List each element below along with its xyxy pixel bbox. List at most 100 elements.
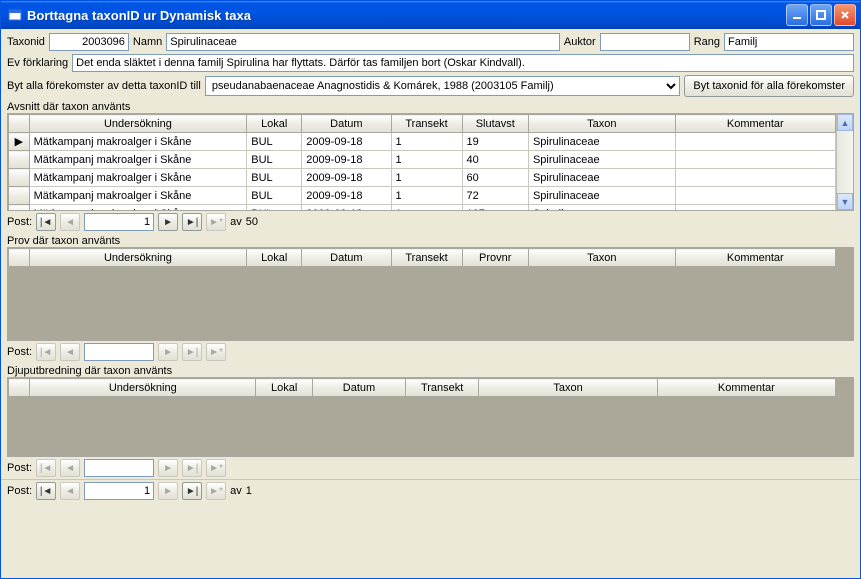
cell-undersokning[interactable]: Mätkampanj makroalger i Skåne [29, 205, 247, 211]
row-selector-header[interactable] [9, 249, 30, 267]
col-transekt[interactable]: Transekt [391, 249, 462, 267]
cell-undersokning[interactable]: Mätkampanj makroalger i Skåne [29, 151, 247, 169]
scroll-down-icon[interactable]: ▼ [837, 193, 853, 210]
section1-table[interactable]: Undersökning Lokal Datum Transekt Slutav… [8, 114, 836, 210]
col-undersokning[interactable]: Undersökning [30, 379, 256, 397]
row-selector[interactable] [9, 187, 30, 205]
nav-first-button[interactable]: |◄ [36, 459, 56, 477]
row-selector[interactable] [9, 151, 30, 169]
cell-datum[interactable]: 2009-09-18 [302, 133, 391, 151]
record-number-input[interactable] [84, 213, 154, 231]
nav-new-button[interactable]: ►* [206, 482, 226, 500]
nav-new-button[interactable]: ►* [206, 459, 226, 477]
table-row[interactable]: Mätkampanj makroalger i SkåneBUL2009-09-… [9, 205, 836, 211]
row-selector-header[interactable] [9, 379, 30, 397]
nav-next-button[interactable]: ► [158, 459, 178, 477]
record-number-input[interactable] [84, 459, 154, 477]
col-transekt[interactable]: Transekt [391, 115, 462, 133]
namn-field[interactable] [166, 33, 560, 51]
nav-last-button[interactable]: ►| [182, 459, 202, 477]
cell-taxon[interactable]: Spirulinaceae [528, 151, 675, 169]
row-selector[interactable] [9, 169, 30, 187]
col-kommentar[interactable]: Kommentar [657, 379, 835, 397]
section1-scrollbar[interactable]: ▲ ▼ [836, 114, 853, 210]
maximize-button[interactable] [810, 4, 832, 26]
record-number-input[interactable] [84, 482, 154, 500]
table-row[interactable]: Mätkampanj makroalger i SkåneBUL2009-09-… [9, 169, 836, 187]
cell-slutavst[interactable]: 40 [462, 151, 528, 169]
nav-next-button[interactable]: ► [158, 482, 178, 500]
nav-last-button[interactable]: ►| [182, 482, 202, 500]
byt-dropdown[interactable]: pseudanabaenaceae Anagnostidis & Komárek… [205, 76, 681, 96]
cell-transekt[interactable]: 1 [391, 187, 462, 205]
col-undersokning[interactable]: Undersökning [29, 115, 247, 133]
nav-new-button[interactable]: ►* [206, 343, 226, 361]
nav-last-button[interactable]: ►| [182, 213, 202, 231]
col-slutavst[interactable]: Slutavst [462, 115, 528, 133]
cell-datum[interactable]: 2009-09-18 [302, 187, 391, 205]
nav-first-button[interactable]: |◄ [36, 343, 56, 361]
cell-transekt[interactable]: 1 [391, 133, 462, 151]
col-taxon[interactable]: Taxon [528, 115, 675, 133]
row-selector-header[interactable] [9, 115, 30, 133]
titlebar[interactable]: Borttagna taxonID ur Dynamisk taxa [1, 1, 860, 29]
nav-prev-button[interactable]: ◄ [60, 213, 80, 231]
ev-forklaring-field[interactable] [72, 54, 854, 72]
col-taxon[interactable]: Taxon [528, 249, 675, 267]
cell-kommentar[interactable] [675, 205, 835, 211]
row-selector[interactable]: ▶ [9, 133, 30, 151]
table-row[interactable]: Mätkampanj makroalger i SkåneBUL2009-09-… [9, 151, 836, 169]
cell-lokal[interactable]: BUL [247, 187, 302, 205]
nav-next-button[interactable]: ► [158, 213, 178, 231]
cell-transekt[interactable]: 1 [391, 205, 462, 211]
cell-transekt[interactable]: 1 [391, 151, 462, 169]
cell-lokal[interactable]: BUL [247, 133, 302, 151]
cell-transekt[interactable]: 1 [391, 169, 462, 187]
cell-kommentar[interactable] [675, 187, 835, 205]
cell-kommentar[interactable] [675, 133, 835, 151]
cell-lokal[interactable]: BUL [247, 151, 302, 169]
cell-datum[interactable]: 2009-09-18 [302, 169, 391, 187]
cell-slutavst[interactable]: 19 [462, 133, 528, 151]
taxonid-field[interactable] [49, 33, 129, 51]
nav-new-button[interactable]: ►* [206, 213, 226, 231]
scroll-up-icon[interactable]: ▲ [837, 114, 853, 131]
cell-taxon[interactable]: Spirulinaceae [528, 205, 675, 211]
cell-datum[interactable]: 2009-09-18 [302, 205, 391, 211]
nav-next-button[interactable]: ► [158, 343, 178, 361]
col-datum[interactable]: Datum [313, 379, 406, 397]
cell-taxon[interactable]: Spirulinaceae [528, 169, 675, 187]
cell-undersokning[interactable]: Mätkampanj makroalger i Skåne [29, 169, 247, 187]
table-row[interactable]: Mätkampanj makroalger i SkåneBUL2009-09-… [9, 187, 836, 205]
cell-lokal[interactable]: BUL [247, 205, 302, 211]
nav-prev-button[interactable]: ◄ [60, 343, 80, 361]
cell-undersokning[interactable]: Mätkampanj makroalger i Skåne [29, 187, 247, 205]
section3-table[interactable]: Undersökning Lokal Datum Transekt Taxon … [8, 378, 836, 397]
close-button[interactable] [834, 4, 856, 26]
rang-field[interactable] [724, 33, 854, 51]
nav-first-button[interactable]: |◄ [36, 213, 56, 231]
col-provnr[interactable]: Provnr [462, 249, 528, 267]
cell-undersokning[interactable]: Mätkampanj makroalger i Skåne [29, 133, 247, 151]
col-kommentar[interactable]: Kommentar [675, 249, 835, 267]
cell-lokal[interactable]: BUL [247, 169, 302, 187]
nav-first-button[interactable]: |◄ [36, 482, 56, 500]
col-datum[interactable]: Datum [302, 249, 391, 267]
cell-slutavst[interactable]: 107 [462, 205, 528, 211]
cell-kommentar[interactable] [675, 169, 835, 187]
col-transekt[interactable]: Transekt [405, 379, 479, 397]
minimize-button[interactable] [786, 4, 808, 26]
col-datum[interactable]: Datum [302, 115, 391, 133]
auktor-field[interactable] [600, 33, 690, 51]
section2-table[interactable]: Undersökning Lokal Datum Transekt Provnr… [8, 248, 836, 267]
cell-datum[interactable]: 2009-09-18 [302, 151, 391, 169]
col-undersokning[interactable]: Undersökning [29, 249, 247, 267]
cell-taxon[interactable]: Spirulinaceae [528, 187, 675, 205]
nav-prev-button[interactable]: ◄ [60, 459, 80, 477]
col-lokal[interactable]: Lokal [247, 249, 302, 267]
cell-kommentar[interactable] [675, 151, 835, 169]
byt-button[interactable]: Byt taxonid för alla förekomster [684, 75, 854, 97]
col-lokal[interactable]: Lokal [256, 379, 313, 397]
col-taxon[interactable]: Taxon [479, 379, 657, 397]
cell-taxon[interactable]: Spirulinaceae [528, 133, 675, 151]
